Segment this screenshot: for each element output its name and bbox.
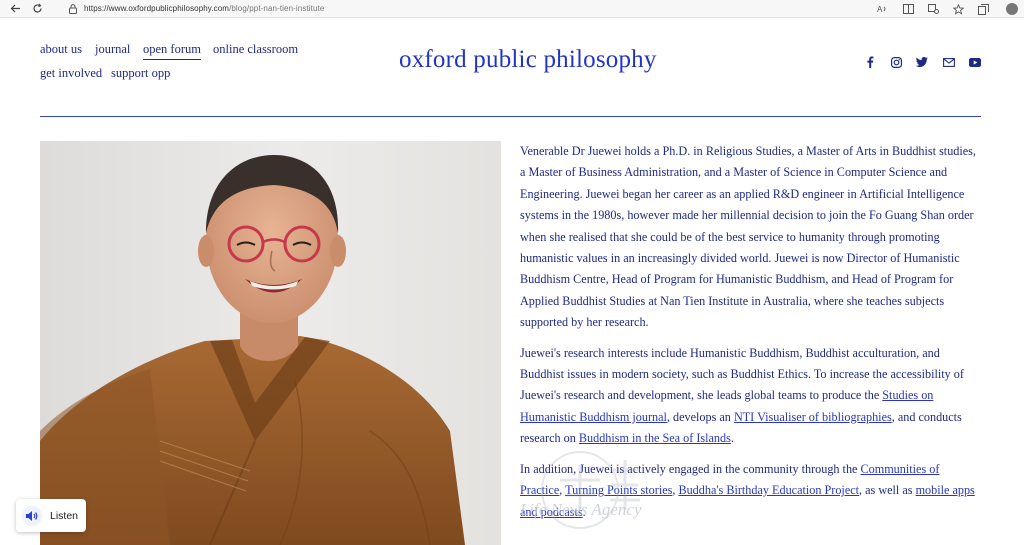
instagram-icon[interactable] — [889, 55, 903, 69]
header-divider — [40, 116, 981, 117]
watermark-text: Life News Agency — [520, 500, 642, 519]
nav-open-forum[interactable]: open forum — [143, 42, 201, 60]
listen-label: Listen — [50, 509, 79, 522]
back-icon[interactable] — [8, 2, 22, 16]
tab-actions-icon[interactable] — [927, 3, 939, 15]
portrait-image — [40, 141, 501, 545]
address-bar[interactable]: https://www.oxfordpublicphilosophy.com/b… — [84, 4, 324, 13]
speaker-icon — [22, 505, 42, 526]
text-fragment: , develops an — [666, 409, 734, 424]
link-nti-visualiser[interactable]: NTI Visualiser of bibliographies — [734, 410, 892, 424]
paragraph-research: Juewei's research interests include Huma… — [520, 343, 982, 450]
nav-online-classroom[interactable]: online classroom — [213, 42, 298, 57]
watermark-seal — [541, 451, 640, 529]
reload-icon[interactable] — [30, 2, 44, 16]
nav-get-involved[interactable]: get involved — [40, 66, 102, 81]
url-host: https://www.oxfordpublicphilosophy.com — [84, 4, 230, 13]
listen-button[interactable]: Listen — [16, 499, 86, 532]
profile-avatar[interactable] — [1006, 3, 1018, 15]
nav-about-us[interactable]: about us — [40, 42, 82, 57]
twitter-icon[interactable] — [915, 55, 929, 69]
youtube-icon[interactable] — [968, 55, 982, 69]
read-aloud-icon[interactable]: A — [877, 3, 889, 15]
favorite-star-icon[interactable] — [952, 3, 964, 15]
reader-view-icon[interactable] — [902, 3, 914, 15]
collections-icon[interactable] — [977, 3, 989, 15]
url-path: /blog/ppt-nan-tien-institute — [229, 4, 325, 13]
text-fragment: . — [730, 431, 734, 446]
lock-icon[interactable] — [68, 3, 78, 15]
text-fragment: , as well as — [859, 483, 916, 498]
svg-text:A: A — [877, 5, 883, 14]
browser-toolbar: https://www.oxfordpublicphilosophy.com/b… — [0, 0, 1024, 18]
paragraph-bio: Venerable Dr Juewei holds a Ph.D. in Rel… — [520, 144, 976, 330]
link-birthday-education[interactable]: Buddha's Birthday Education Project — [678, 483, 859, 497]
site-title[interactable]: oxford public philosophy — [399, 46, 657, 74]
facebook-icon[interactable] — [863, 55, 877, 69]
nav-journal[interactable]: journal — [95, 42, 130, 57]
nav-support-opp[interactable]: support opp — [111, 66, 170, 81]
mail-icon[interactable] — [942, 55, 956, 69]
